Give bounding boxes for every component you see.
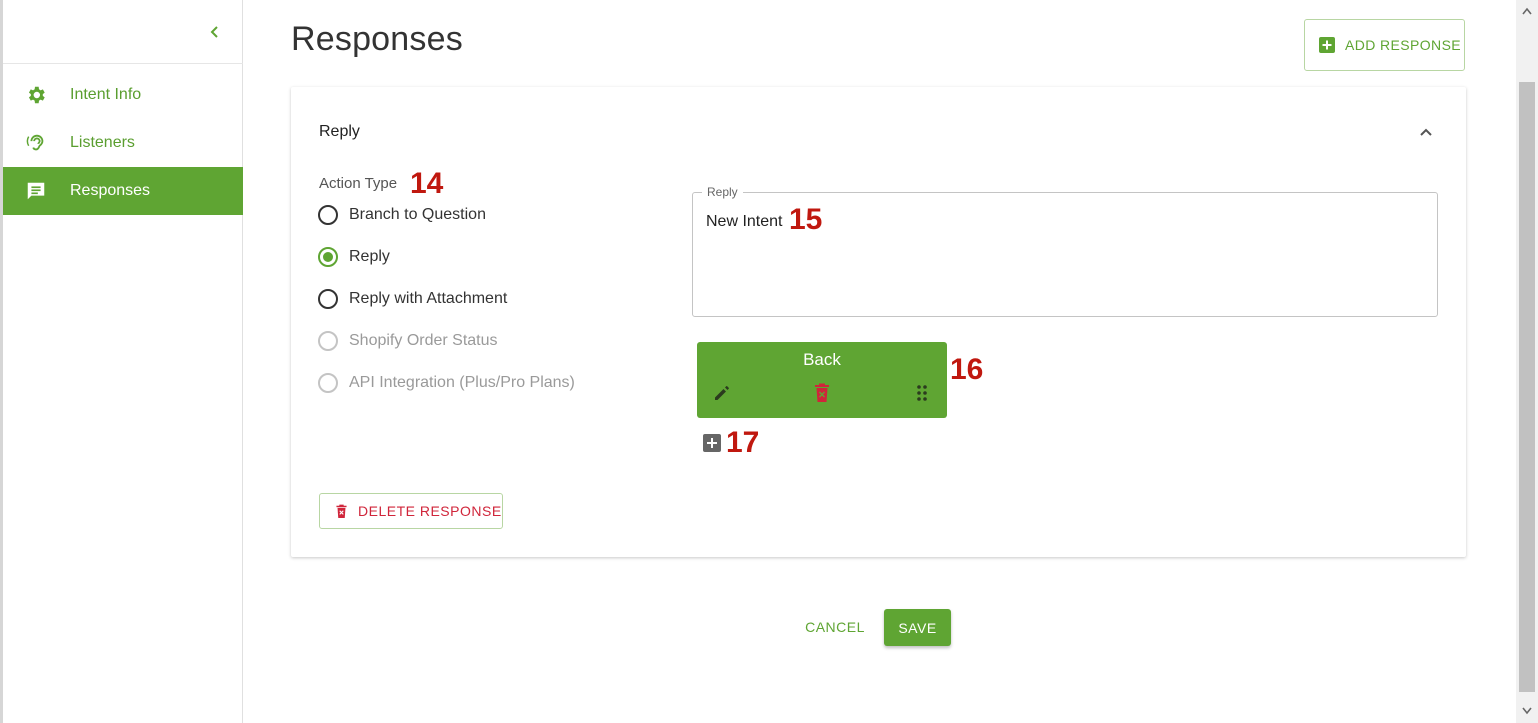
reply-field-legend: Reply (702, 185, 743, 199)
sidebar-divider (3, 63, 243, 64)
radio-label: API Integration (Plus/Pro Plans) (349, 374, 575, 391)
plus-box-icon (1319, 37, 1335, 53)
delete-response-button[interactable]: DELETE RESPONSE (319, 493, 503, 529)
annotation-marker: 14 (410, 167, 444, 200)
chevron-up-icon (1420, 128, 1432, 136)
sidebar-item-label: Listeners (70, 134, 135, 151)
annotation-marker: 16 (950, 353, 984, 386)
radio-dot (323, 252, 333, 262)
vertical-scrollbar[interactable] (1516, 0, 1538, 723)
annotation-marker: 15 (789, 203, 823, 236)
trash-icon[interactable] (811, 382, 833, 404)
radio-branch-to-question[interactable]: Branch to Question (318, 203, 486, 227)
annotation-marker: 17 (726, 426, 760, 459)
quick-reply-label: Back (803, 350, 841, 369)
radio-circle (318, 373, 338, 393)
radio-circle[interactable] (318, 247, 338, 267)
drag-handle-icon[interactable] (911, 382, 933, 404)
quick-reply-chip: Back (697, 342, 947, 418)
sidebar-item-label: Responses (70, 182, 151, 199)
sidebar-item-intent-info[interactable]: Intent Info (3, 71, 243, 119)
scroll-down-arrow-icon[interactable] (1520, 704, 1534, 718)
response-card-title: Reply (319, 123, 360, 140)
card-collapse-button[interactable] (1415, 121, 1437, 143)
plus-icon (707, 438, 717, 448)
radio-circle[interactable] (318, 289, 338, 309)
radio-reply-with-attachment[interactable]: Reply with Attachment (318, 287, 507, 311)
radio-circle[interactable] (318, 205, 338, 225)
sidebar-collapse-button[interactable] (203, 20, 227, 44)
trash-icon (336, 504, 347, 518)
radio-label: Branch to Question (349, 206, 486, 223)
pencil-icon[interactable] (711, 382, 733, 404)
radio-label: Reply (349, 248, 390, 265)
radio-api-integration: API Integration (Plus/Pro Plans) (318, 371, 575, 395)
gear-icon (24, 83, 48, 107)
radio-label: Shopify Order Status (349, 332, 498, 349)
add-response-label: ADD RESPONSE (1345, 37, 1462, 53)
action-type-label: Action Type (319, 175, 398, 192)
add-response-button[interactable]: ADD RESPONSE (1304, 19, 1465, 71)
chat-icon (24, 179, 48, 203)
radio-label: Reply with Attachment (349, 290, 508, 307)
delete-response-label: DELETE RESPONSE (358, 503, 502, 519)
chevron-left-icon (210, 26, 218, 38)
sidebar-item-listeners[interactable]: Listeners (3, 119, 243, 167)
save-button[interactable]: SAVE (884, 609, 951, 646)
ear-icon (24, 131, 48, 155)
cancel-button[interactable]: CANCEL (796, 609, 874, 645)
sidebar-item-label: Intent Info (70, 86, 142, 103)
add-quick-reply-button[interactable] (703, 434, 721, 452)
reply-field-value: New Intent (706, 213, 783, 230)
radio-shopify-order-status: Shopify Order Status (318, 329, 498, 353)
radio-reply[interactable]: Reply (318, 245, 390, 269)
scrollbar-thumb[interactable] (1519, 82, 1535, 692)
sidebar-item-responses[interactable]: Responses (3, 167, 243, 215)
scroll-up-arrow-icon[interactable] (1520, 4, 1534, 18)
sidebar: Intent Info Listeners Responses (0, 0, 243, 723)
page-title: Responses (291, 20, 463, 58)
radio-circle (318, 331, 338, 351)
response-card: Reply Action Type 14 Branch to Question … (291, 87, 1466, 557)
